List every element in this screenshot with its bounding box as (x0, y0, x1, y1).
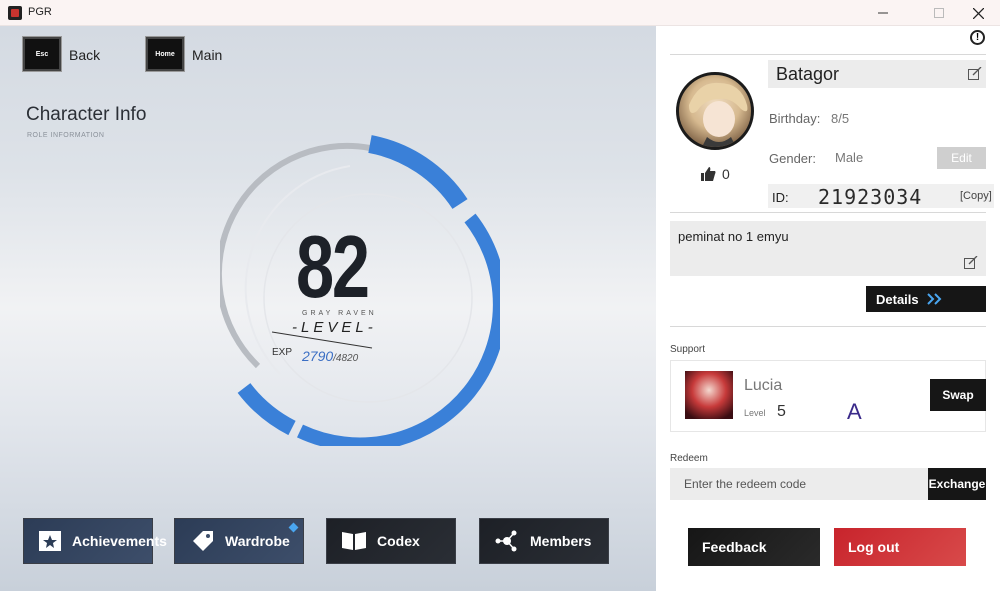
window-title: PGR (28, 6, 52, 18)
app-logo-icon (8, 6, 22, 20)
edit-bio-icon[interactable] (964, 256, 978, 270)
support-card: Lucia Level 5 A Swap (670, 360, 986, 432)
details-label: Details (876, 291, 919, 307)
id-label: ID: (772, 190, 789, 205)
player-name: Batagor (776, 64, 840, 84)
members-label: Members (530, 533, 592, 549)
members-icon (494, 528, 520, 554)
swap-button[interactable]: Swap (930, 379, 986, 411)
support-rank: A (847, 399, 862, 424)
name-field[interactable]: Batagor (768, 60, 986, 88)
gender-label: Gender: (769, 151, 816, 166)
minimize-icon (878, 12, 888, 14)
support-level-value: 5 (777, 403, 786, 420)
level-label: -LEVEL- (292, 319, 377, 336)
details-button[interactable]: Details (866, 286, 986, 312)
codex-icon (341, 528, 367, 554)
avatar[interactable] (676, 72, 754, 150)
edit-name-icon[interactable] (968, 67, 982, 81)
brand-label: GRAY RAVEN (302, 310, 377, 317)
birthday-value: 8/5 (831, 111, 850, 126)
ring-progress-left (237, 382, 296, 436)
logout-button[interactable]: Log out (834, 528, 966, 566)
bio-text: peminat no 1 emyu (678, 229, 789, 244)
edit-button[interactable]: Edit (937, 147, 986, 169)
back-key-button[interactable]: Esc (23, 37, 61, 71)
divider (670, 54, 986, 55)
support-character-portrait[interactable] (685, 371, 733, 419)
divider (670, 212, 986, 213)
gender-value: Male (835, 150, 864, 165)
likes-count: 0 (722, 166, 730, 182)
support-level-label: Level (744, 408, 766, 418)
id-value: 21923034 (818, 185, 923, 209)
main-key-button[interactable]: Home (146, 37, 184, 71)
birthday-label: Birthday: (769, 111, 821, 126)
wardrobe-button[interactable]: Wardrobe (174, 518, 304, 564)
exchange-button[interactable]: Exchange (928, 468, 986, 500)
title-bar: PGR (0, 0, 1000, 26)
members-button[interactable]: Members (479, 518, 609, 564)
support-character-name: Lucia (744, 377, 783, 394)
wardrobe-icon (189, 528, 215, 554)
exp-current: 2790 (302, 348, 334, 364)
achievements-icon (38, 528, 62, 554)
codex-label: Codex (377, 533, 420, 549)
main-label[interactable]: Main (192, 47, 222, 63)
info-icon[interactable]: ! (970, 30, 985, 45)
profile-panel: ! 0 Batagor Birthday: 8/5 Gender: Male E… (656, 26, 1000, 591)
achievements-button[interactable]: Achievements (23, 518, 167, 564)
thumbs-up-icon (701, 167, 716, 181)
minimize-button[interactable] (860, 0, 906, 26)
exp-value: 2790/4820 (302, 348, 358, 364)
back-label[interactable]: Back (69, 47, 100, 63)
exp-label: EXP (272, 347, 293, 358)
new-badge-icon (288, 522, 299, 533)
exp-max: /4820 (333, 353, 359, 364)
redeem-code-input[interactable] (670, 468, 932, 500)
avatar-portrait-icon (689, 82, 748, 147)
codex-button[interactable]: Codex (326, 518, 456, 564)
wardrobe-label: Wardrobe (225, 533, 290, 549)
bio-field[interactable]: peminat no 1 emyu (670, 221, 986, 276)
redeem-section-label: Redeem (670, 453, 708, 464)
feedback-button[interactable]: Feedback (688, 528, 820, 566)
double-chevron-right-icon (926, 293, 942, 305)
id-field: ID: 21923034 [Copy] (768, 184, 994, 209)
level-number: 82 (296, 217, 370, 316)
achievements-label: Achievements (72, 533, 167, 549)
page-title: Character Info (26, 104, 147, 125)
page-subtitle: ROLE INFORMATION (27, 132, 105, 139)
close-button[interactable] (955, 0, 1000, 26)
close-icon (972, 7, 984, 19)
character-panel: Esc Back Home Main Character Info ROLE I… (0, 26, 656, 591)
divider (670, 326, 986, 327)
maximize-icon (934, 8, 944, 18)
copy-id-button[interactable]: [Copy] (960, 190, 992, 202)
support-section-label: Support (670, 344, 706, 355)
likes[interactable]: 0 (700, 166, 730, 182)
